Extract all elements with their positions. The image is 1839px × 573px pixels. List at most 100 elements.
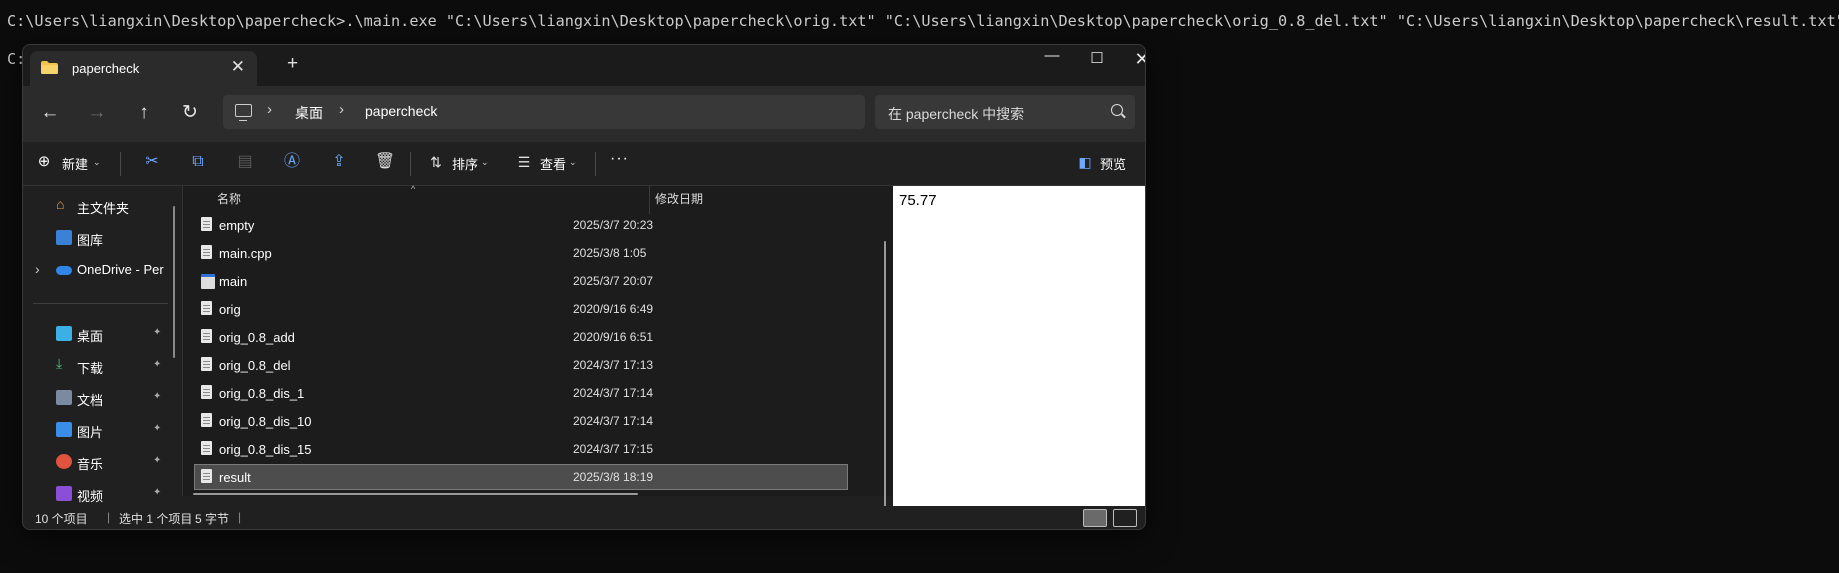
pictures-icon — [56, 422, 72, 437]
back-button[interactable]: ← — [34, 98, 66, 128]
more-options-icon[interactable]: ··· — [610, 150, 629, 168]
pin-icon: ✦ — [153, 327, 162, 338]
new-plus-icon: ⊕ — [37, 153, 51, 170]
file-name: orig_0.8_del — [219, 358, 291, 373]
nav-divider — [33, 303, 168, 304]
view-button[interactable]: 查看 — [540, 154, 566, 173]
search-placeholder: 在 papercheck 中搜索 — [888, 106, 1025, 122]
gallery-icon — [56, 230, 72, 245]
address-bar[interactable]: › 桌面 › papercheck — [223, 95, 865, 129]
file-row[interactable]: orig 2020/9/16 6:49 — [195, 297, 847, 321]
sidebar-item-onedrive[interactable]: › OneDrive - Per — [23, 258, 173, 282]
file-modified-date: 2024/3/7 17:15 — [573, 442, 654, 456]
file-modified-date: 2025/3/8 1:05 — [573, 246, 647, 260]
cut-icon[interactable]: ✂ — [141, 151, 163, 173]
horizontal-scrollbar[interactable] — [193, 493, 638, 495]
minimize-button[interactable]: — — [1029, 47, 1075, 73]
delete-icon[interactable]: 🗑 — [374, 151, 396, 173]
file-name: orig_0.8_add — [219, 330, 295, 345]
sidebar-item-label: 音乐 — [77, 457, 104, 472]
chevron-right-icon: › — [267, 101, 272, 118]
sidebar-item-gallery[interactable]: 图库 — [23, 226, 173, 250]
sidebar-item-label: 图片 — [77, 425, 104, 440]
file-row[interactable]: main.cpp 2025/3/8 1:05 — [195, 241, 847, 265]
new-tab-button[interactable]: + — [287, 53, 298, 75]
refresh-button[interactable]: ↻ — [174, 98, 206, 128]
onedrive-icon — [56, 266, 72, 275]
home-icon: ⌂ — [56, 196, 65, 212]
new-button[interactable]: 新建 — [62, 154, 88, 173]
pin-icon: ✦ — [153, 455, 162, 466]
file-list-scrollbar[interactable] — [884, 241, 886, 509]
search-input[interactable]: 在 papercheck 中搜索 — [875, 95, 1135, 129]
text-file-icon — [201, 217, 212, 231]
sidebar-item-label: 桌面 — [77, 329, 104, 344]
details-view-button[interactable] — [1083, 509, 1107, 527]
tab-papercheck[interactable]: papercheck ✕ — [30, 51, 257, 86]
divider — [120, 152, 121, 176]
file-row[interactable]: empty 2025/3/7 20:23 — [195, 213, 847, 237]
file-name: empty — [219, 218, 255, 233]
sidebar-item-label: 主文件夹 — [77, 201, 130, 216]
file-modified-date: 2025/3/7 20:23 — [573, 218, 654, 232]
paste-icon[interactable]: ▤ — [234, 151, 256, 173]
forward-button[interactable]: → — [81, 98, 113, 128]
chevron-right-icon: › — [339, 101, 344, 118]
title-bar: papercheck ✕ + — ☐ ✕ — [23, 45, 1145, 86]
pin-icon: ✦ — [153, 359, 162, 370]
file-row[interactable]: main 2025/3/7 20:07 — [195, 269, 847, 293]
chevron-down-icon: ⌄ — [481, 157, 489, 167]
close-window-button[interactable]: ✕ — [1119, 49, 1145, 75]
file-list: 名称 ^ 修改日期 empty 2025/3/7 20:23 main.cpp 202… — [183, 184, 893, 496]
close-tab-icon[interactable]: ✕ — [231, 57, 245, 77]
navigation-pane: ⌂ 主文件夹 图库 › OneDrive - Per 桌面 ✦ ⤓ 下载 ✦ 文… — [23, 186, 180, 504]
column-header-name[interactable]: 名称 — [217, 190, 241, 207]
breadcrumb-papercheck[interactable]: papercheck — [365, 103, 437, 119]
text-file-icon — [201, 301, 212, 315]
download-icon: ⤓ — [56, 355, 63, 371]
tiles-view-button[interactable] — [1113, 509, 1137, 527]
expand-chevron-icon[interactable]: › — [35, 261, 40, 277]
sidebar-item-music[interactable]: 音乐 ✦ — [23, 450, 173, 474]
copy-icon[interactable]: ⧉ — [187, 151, 209, 173]
text-file-icon — [201, 385, 212, 399]
item-count: 10 个项目 — [35, 512, 88, 526]
nav-scrollbar[interactable] — [173, 206, 175, 358]
rename-icon[interactable]: Ⓐ — [281, 151, 303, 173]
file-row[interactable]: orig_0.8_dis_1 2024/3/7 17:14 — [195, 381, 847, 405]
preview-button[interactable]: 预览 — [1100, 154, 1126, 173]
file-name: main — [219, 274, 248, 289]
sidebar-item-documents[interactable]: 文档 ✦ — [23, 386, 173, 410]
sidebar-item-label: 视频 — [77, 489, 104, 504]
file-row[interactable]: orig_0.8_dis_15 2024/3/7 17:15 — [195, 437, 847, 461]
sidebar-item-downloads[interactable]: ⤓ 下载 ✦ — [23, 354, 173, 378]
sidebar-item-pictures[interactable]: 图片 ✦ — [23, 418, 173, 442]
application-icon — [201, 274, 215, 289]
file-row[interactable]: orig_0.8_dis_10 2024/3/7 17:14 — [195, 409, 847, 433]
address-row: ← → ↑ ↻ › 桌面 › papercheck 在 papercheck 中… — [23, 86, 1145, 142]
folder-icon — [41, 61, 58, 74]
sidebar-item-videos[interactable]: 视频 ✦ — [23, 482, 173, 506]
tab-title: papercheck — [72, 61, 140, 76]
column-divider[interactable] — [649, 186, 650, 214]
file-row[interactable]: orig_0.8_add 2020/9/16 6:51 — [195, 325, 847, 349]
sort-button[interactable]: 排序 — [452, 154, 478, 173]
file-explorer-window: papercheck ✕ + — ☐ ✕ ← → ↑ ↻ › 桌面 › pape… — [22, 44, 1146, 530]
file-row[interactable]: orig_0.8_del 2024/3/7 17:13 — [195, 353, 847, 377]
chevron-down-icon: ⌄ — [569, 157, 577, 167]
search-icon — [1111, 104, 1123, 116]
file-name: main.cpp — [219, 246, 272, 261]
status-divider: | — [107, 510, 111, 524]
file-row[interactable]: result 2025/3/8 18:19 — [194, 464, 848, 490]
up-button[interactable]: ↑ — [128, 98, 160, 128]
share-icon[interactable]: ⇪ — [328, 151, 350, 173]
maximize-button[interactable]: ☐ — [1074, 49, 1120, 75]
sidebar-item-desktop[interactable]: 桌面 ✦ — [23, 322, 173, 346]
sidebar-item-home[interactable]: ⌂ 主文件夹 — [23, 194, 173, 218]
text-file-icon — [201, 357, 212, 371]
text-file-icon — [201, 245, 212, 259]
file-modified-date: 2024/3/7 17:13 — [573, 358, 654, 372]
breadcrumb-desktop[interactable]: 桌面 — [295, 103, 323, 123]
column-header-date[interactable]: 修改日期 — [655, 190, 703, 207]
file-modified-date: 2025/3/8 18:19 — [573, 470, 654, 484]
